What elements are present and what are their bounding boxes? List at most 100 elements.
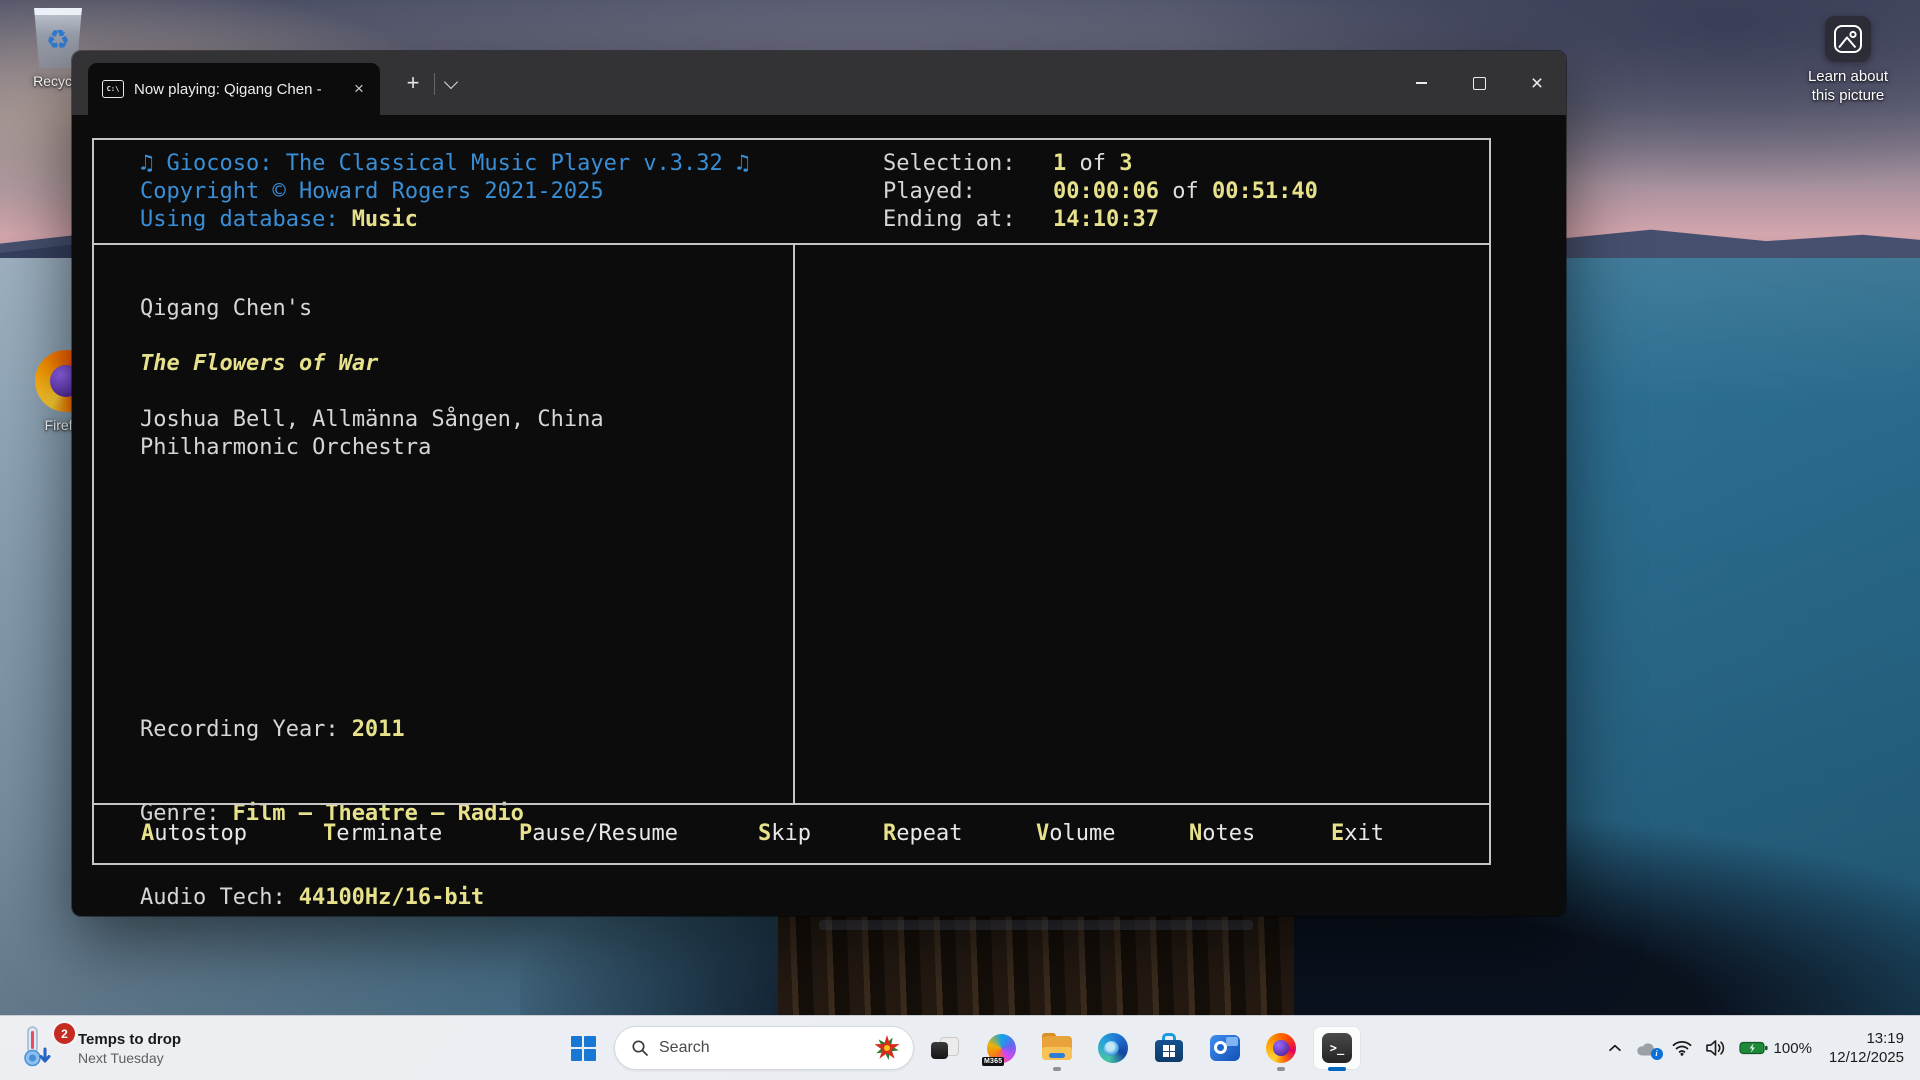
giocoso-header-box: ♫ Giocoso: The Classical Music Player v.… xyxy=(92,138,1491,245)
ending-time: 14:10:37 xyxy=(1053,207,1159,232)
database-label: Using database: xyxy=(140,207,339,232)
system-tray: i 100% 13:19 xyxy=(1608,1016,1920,1080)
played-total: 00:51:40 xyxy=(1212,179,1318,204)
minimize-button[interactable] xyxy=(1392,51,1450,115)
recording-year-label: Recording Year: xyxy=(140,717,339,742)
menu-pause-resume[interactable]: Pause/Resume xyxy=(519,820,678,848)
battery-icon xyxy=(1739,1040,1769,1056)
tab-dropdown-chevron-icon[interactable] xyxy=(444,75,458,89)
ending-row: Ending at:14:10:37 xyxy=(883,206,1318,234)
running-indicator xyxy=(1053,1067,1061,1071)
start-button[interactable] xyxy=(558,1024,608,1072)
played-elapsed: 00:00:06 xyxy=(1053,179,1159,204)
menu-repeat[interactable]: Repeat xyxy=(883,820,962,848)
selection-label: Selection: xyxy=(883,150,1053,178)
onedrive-icon[interactable]: i xyxy=(1635,1040,1659,1057)
weather-text: Temps to drop Next Tuesday xyxy=(78,1030,181,1067)
played-of: of xyxy=(1159,179,1212,204)
new-tab-button[interactable]: + xyxy=(398,68,428,98)
battery-percent: 100% xyxy=(1774,1040,1812,1057)
file-explorer-button[interactable] xyxy=(1032,1024,1082,1072)
window-controls: × xyxy=(1392,51,1566,115)
menu-terminate[interactable]: Terminate xyxy=(323,820,442,848)
learn-label-line1: Learn about xyxy=(1800,67,1896,86)
tab-title: Now playing: Qigang Chen - xyxy=(134,81,346,98)
microsoft-store-icon xyxy=(1155,1033,1183,1063)
copilot-button[interactable]: M365 xyxy=(976,1024,1026,1072)
learn-label-line2: this picture xyxy=(1800,86,1896,105)
minimize-icon xyxy=(1416,82,1427,84)
work-title: The Flowers of War xyxy=(140,350,378,378)
close-icon: × xyxy=(1531,73,1543,94)
wifi-icon[interactable] xyxy=(1672,1040,1692,1056)
learn-about-picture[interactable]: Learn about this picture xyxy=(1800,16,1896,105)
maximize-icon xyxy=(1473,77,1486,90)
tray-chevron-up-icon[interactable] xyxy=(1608,1043,1622,1053)
menu-exit[interactable]: Exit xyxy=(1331,820,1384,848)
database-value: Music xyxy=(352,207,418,232)
terminal-tab[interactable]: C:\ Now playing: Qigang Chen - × xyxy=(88,63,380,115)
maximize-button[interactable] xyxy=(1450,51,1508,115)
clock-date: 12/12/2025 xyxy=(1829,1048,1904,1067)
picture-glyph-icon xyxy=(1833,24,1863,54)
weather-title: Temps to drop xyxy=(78,1030,181,1049)
played-label: Played: xyxy=(883,178,1053,206)
outlook-icon xyxy=(1210,1035,1240,1061)
pane-divider xyxy=(793,245,795,803)
selection-current: 1 xyxy=(1053,151,1066,176)
terminal-button[interactable]: >_ xyxy=(1312,1024,1362,1072)
taskbar: 2 Temps to drop Next Tuesday Search xyxy=(0,1015,1920,1080)
clock-time: 13:19 xyxy=(1829,1029,1904,1048)
window-titlebar[interactable]: C:\ Now playing: Qigang Chen - × + × xyxy=(72,51,1566,115)
poinsettia-icon xyxy=(873,1034,901,1062)
recording-year-value: 2011 xyxy=(352,717,405,742)
close-button[interactable]: × xyxy=(1508,51,1566,115)
audio-tech-row: Audio Tech: 44100Hz/16-bit xyxy=(140,884,524,912)
cmd-icon: C:\ xyxy=(102,80,124,98)
tab-close-icon[interactable]: × xyxy=(346,76,372,102)
clock[interactable]: 13:19 12/12/2025 xyxy=(1829,1029,1904,1067)
windows-logo-icon xyxy=(571,1036,596,1061)
volume-icon[interactable] xyxy=(1705,1039,1726,1057)
active-indicator xyxy=(1328,1067,1346,1071)
search-placeholder: Search xyxy=(659,1039,863,1057)
recording-details: Recording Year:2011 Genre:Film – Theatre… xyxy=(140,660,524,916)
onedrive-info-badge: i xyxy=(1651,1048,1663,1060)
microsoft-store-button[interactable] xyxy=(1144,1024,1194,1072)
menu-skip[interactable]: Skip xyxy=(758,820,811,848)
terminal-screen[interactable]: ♫ Giocoso: The Classical Music Player v.… xyxy=(72,115,1566,916)
weather-badge: 2 xyxy=(52,1021,77,1046)
audio-tech-value: 44100Hz/16-bit xyxy=(299,885,484,910)
menu-autostop[interactable]: Autostop xyxy=(141,820,247,848)
firefox-taskbar-icon xyxy=(1266,1033,1296,1063)
played-row: Played:00:00:06 of 00:51:40 xyxy=(883,178,1318,206)
menu-volume[interactable]: Volume xyxy=(1036,820,1115,848)
performers: Joshua Bell, Allmänna Sången, China Phil… xyxy=(140,406,700,462)
firefox-button[interactable] xyxy=(1256,1024,1306,1072)
thermometer-icon: 2 xyxy=(22,1025,66,1071)
running-indicator xyxy=(1277,1067,1285,1071)
selection-total: 3 xyxy=(1119,151,1132,176)
command-menu-box: Autostop Terminate Pause/Resume Skip Rep… xyxy=(92,803,1491,865)
menu-notes[interactable]: Notes xyxy=(1189,820,1255,848)
edge-button[interactable] xyxy=(1088,1024,1138,1072)
recycle-symbol-icon: ♻ xyxy=(46,27,70,54)
battery-status[interactable]: 100% xyxy=(1739,1040,1812,1057)
recording-year-row: Recording Year: 2011 xyxy=(140,716,524,744)
task-view-button[interactable] xyxy=(920,1024,970,1072)
playback-status: Selection:1 of 3 Played:00:00:06 of 00:5… xyxy=(883,150,1318,234)
tab-separator xyxy=(434,73,435,95)
now-playing-box: Qigang Chen's The Flowers of War Joshua … xyxy=(92,243,1491,805)
composer-name: Qigang Chen's xyxy=(140,295,312,323)
terminal-window: C:\ Now playing: Qigang Chen - × + × ♫ G… xyxy=(72,51,1566,916)
outlook-button[interactable] xyxy=(1200,1024,1250,1072)
weather-widget[interactable]: 2 Temps to drop Next Tuesday xyxy=(14,1016,189,1080)
ending-label: Ending at: xyxy=(883,206,1053,234)
selection-row: Selection:1 of 3 xyxy=(883,150,1318,178)
audio-tech-label: Audio Tech: xyxy=(140,885,286,910)
file-explorer-icon xyxy=(1042,1036,1072,1060)
edge-icon xyxy=(1098,1033,1128,1063)
search-box[interactable]: Search xyxy=(614,1026,914,1070)
m365-badge: M365 xyxy=(982,1057,1004,1066)
picture-frame-icon xyxy=(1825,16,1871,62)
